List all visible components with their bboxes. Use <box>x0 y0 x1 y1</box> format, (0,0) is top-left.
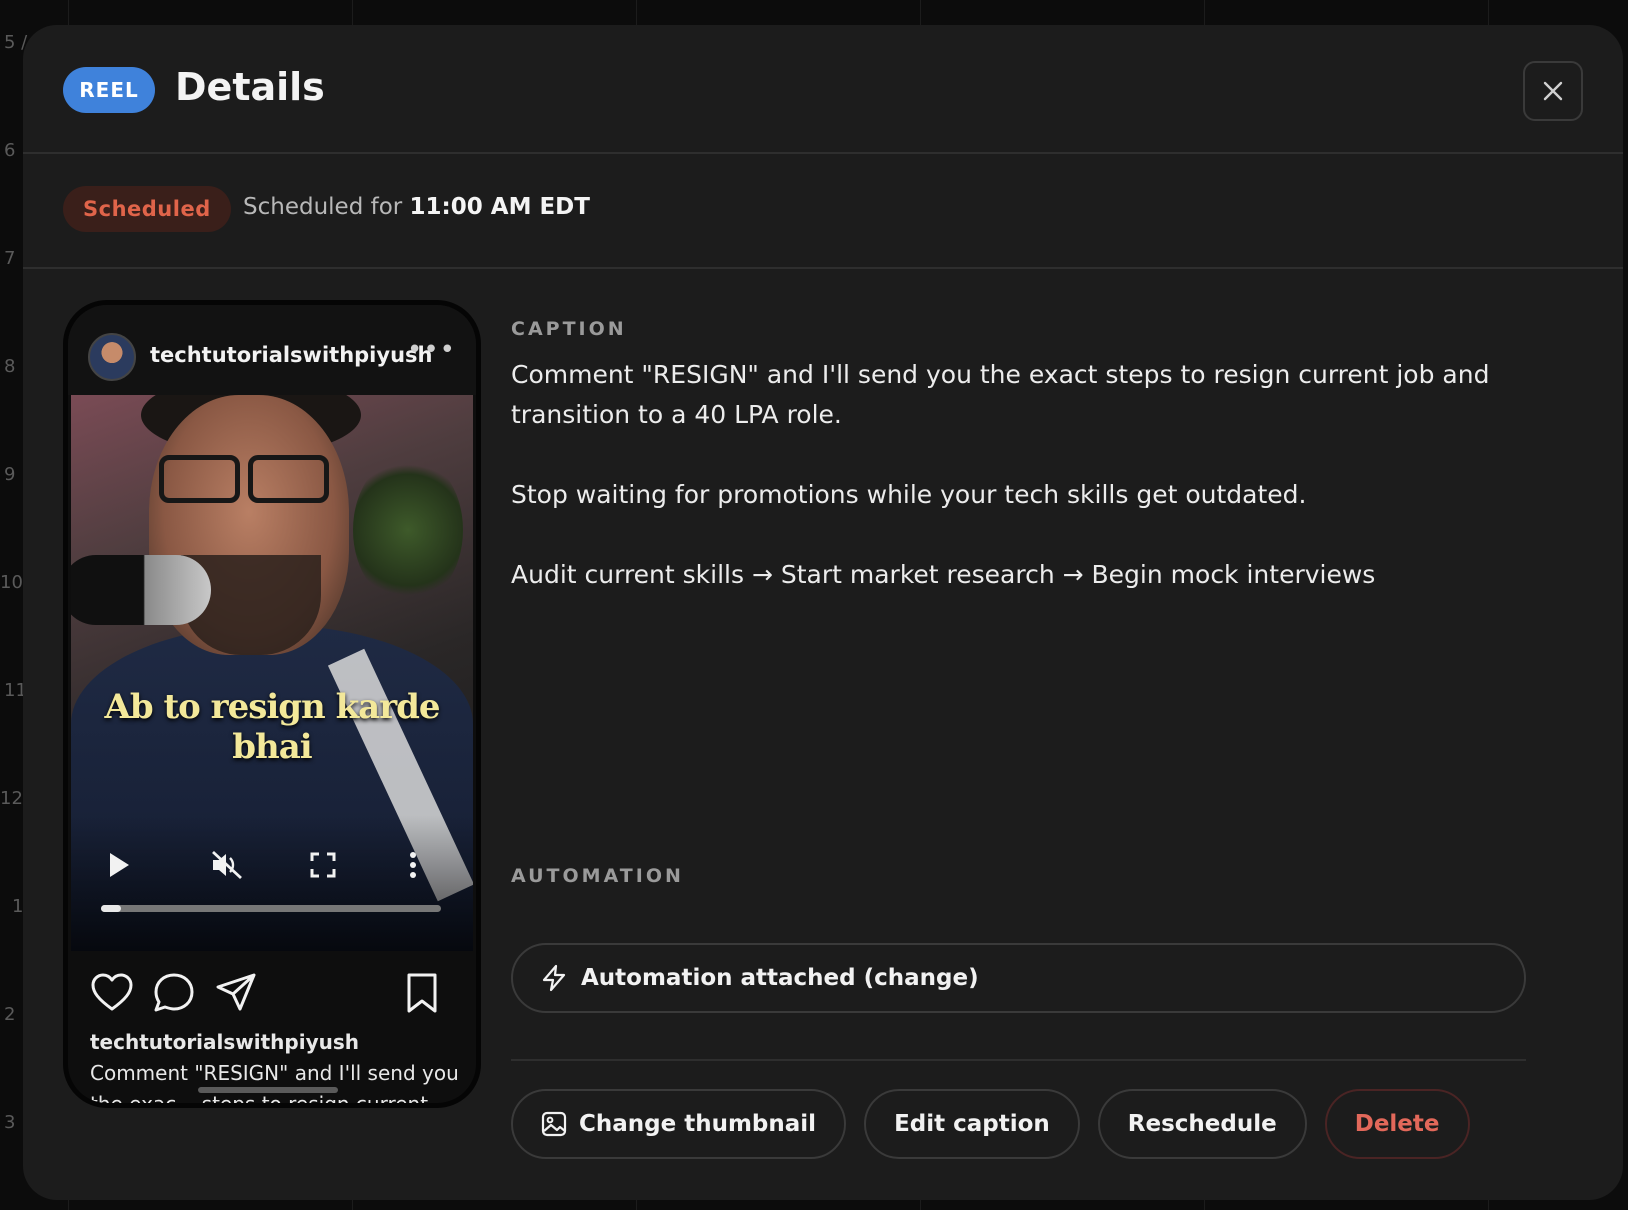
action-buttons: Change thumbnail Edit caption Reschedule… <box>511 1089 1470 1159</box>
reel-video[interactable]: Ab to resign karde bhai <box>71 395 473 951</box>
hour-label: 9 <box>4 464 16 485</box>
video-controls <box>71 815 473 951</box>
share-icon[interactable] <box>214 971 258 1015</box>
close-button[interactable] <box>1523 61 1583 121</box>
fullscreen-icon <box>310 852 336 878</box>
heart-icon[interactable] <box>90 971 134 1015</box>
edit-caption-button[interactable]: Edit caption <box>864 1089 1080 1159</box>
hour-label: 6 <box>4 140 16 161</box>
change-thumbnail-button[interactable]: Change thumbnail <box>511 1089 847 1159</box>
bookmark-icon[interactable] <box>400 971 444 1015</box>
modal-title: Details <box>175 65 325 109</box>
reel-preview-phone: techtutorialswithpiyush ••• Ab to resign… <box>63 300 481 1108</box>
scheduled-time-text: Scheduled for 11:00 AM EDT <box>243 194 590 220</box>
delete-label: Delete <box>1354 1111 1440 1137</box>
hour-label: 3 <box>4 1112 16 1133</box>
video-progress-fill <box>101 905 122 912</box>
video-menu-button[interactable] <box>397 849 429 881</box>
caption-text: Comment "RESIGN" and I'll send you the e… <box>511 360 1490 589</box>
comment-icon[interactable] <box>152 971 196 1015</box>
hour-label: 8 <box>4 356 16 377</box>
video-subtitle: Ab to resign karde bhai <box>104 687 440 767</box>
change-thumbnail-label: Change thumbnail <box>579 1111 817 1137</box>
mute-button[interactable] <box>211 849 243 881</box>
avatar <box>88 333 136 381</box>
preview-caption-text: Comment "RESIGN" and I'll send you the e… <box>90 1061 459 1108</box>
play-icon <box>110 853 129 877</box>
hour-label: 10 <box>0 572 23 593</box>
video-person-glasses <box>159 455 329 503</box>
video-microphone <box>71 555 211 625</box>
automation-button[interactable]: Automation attached (change) <box>511 943 1526 1013</box>
details-modal: REEL Details Scheduled Scheduled for 11:… <box>23 25 1623 1200</box>
fullscreen-button[interactable] <box>307 849 339 881</box>
hour-label: 2 <box>4 1004 16 1025</box>
video-progress-bar[interactable] <box>101 905 441 912</box>
schedule-status-row: Scheduled Scheduled for 11:00 AM EDT <box>23 156 1623 269</box>
automation-button-label: Automation attached (change) <box>581 965 979 991</box>
lightning-icon <box>542 964 566 992</box>
play-button[interactable] <box>103 849 135 881</box>
vertical-dots-icon <box>410 852 416 878</box>
preview-actions <box>68 951 476 1031</box>
image-icon <box>541 1111 567 1137</box>
automation-label: AUTOMATION <box>511 865 684 887</box>
preview-caption: techtutorialswithpiyush Comment "RESIGN"… <box>90 1027 460 1108</box>
caption-label: CAPTION <box>511 318 627 340</box>
scheduled-prefix: Scheduled for <box>243 194 410 220</box>
scheduled-time: 11:00 AM EDT <box>409 194 590 220</box>
preview-caption-username: techtutorialswithpiyush <box>90 1030 360 1054</box>
close-icon <box>1543 81 1563 101</box>
delete-button[interactable]: Delete <box>1324 1089 1470 1159</box>
preview-username: techtutorialswithpiyush <box>150 343 433 367</box>
modal-header: REEL Details <box>23 25 1623 154</box>
phone-home-indicator <box>198 1087 338 1093</box>
hour-label: 12 <box>0 788 23 809</box>
section-divider <box>511 1059 1526 1061</box>
more-options-icon[interactable]: ••• <box>407 335 456 365</box>
reschedule-label: Reschedule <box>1127 1111 1277 1137</box>
reel-badge: REEL <box>63 67 155 113</box>
muted-speaker-icon <box>212 850 242 880</box>
status-badge: Scheduled <box>63 186 231 232</box>
hour-label: 1 <box>12 896 24 917</box>
edit-caption-label: Edit caption <box>894 1111 1050 1137</box>
video-background-plant <box>353 455 463 605</box>
preview-header: techtutorialswithpiyush ••• <box>68 305 476 395</box>
hour-label: 7 <box>4 248 16 269</box>
reschedule-button[interactable]: Reschedule <box>1097 1089 1307 1159</box>
